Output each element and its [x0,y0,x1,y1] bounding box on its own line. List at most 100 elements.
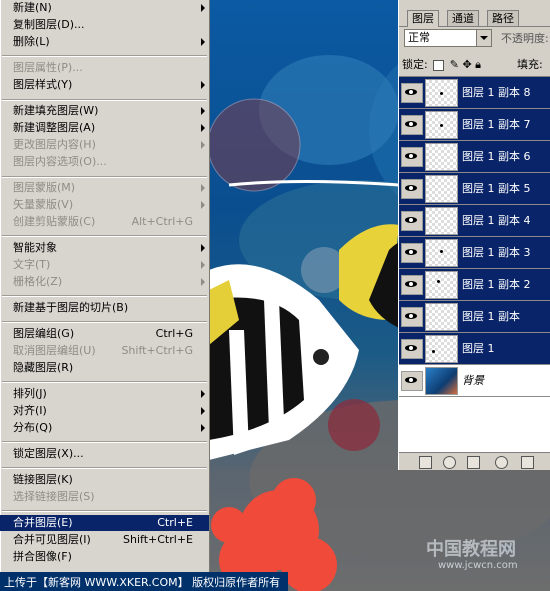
menu-item-label: 合并可见图层(I) [13,533,91,546]
visibility-eye-icon[interactable] [401,179,423,199]
menu-item-label: 删除(L) [13,35,50,48]
menu-item-shortcut: Ctrl+G [155,327,193,340]
menu-item-label: 创建剪贴蒙版(C) [13,215,96,228]
submenu-arrow-icon [201,184,205,192]
layer-thumbnail [425,367,458,395]
lock-move-icon[interactable]: ✥ [462,58,471,71]
panel-footer [399,452,550,471]
menu-item-label: 栅格化(Z) [13,275,63,288]
menu-item: 选择链接图层(S) [0,489,209,505]
menu-item-label: 新建调整图层(A) [13,121,96,134]
menu-item-label: 选择链接图层(S) [13,490,95,503]
layer-row[interactable]: 图层 1 副本 2 [399,269,550,301]
menu-item[interactable]: 对齐(I) [0,403,209,419]
bubble-dot [440,250,443,253]
layers-panel: 图层 通道 路径 正常 不透明度: 锁定: ✎ ✥ 🔒︎ 填充: 图层 1 副本… [398,0,550,470]
menu-item[interactable]: 合并可见图层(I) Shift+Ctrl+E [0,532,209,548]
visibility-eye-icon[interactable] [401,307,423,327]
menu-item-label: 锁定图层(X)... [13,447,84,460]
layer-style-icon[interactable] [443,456,456,469]
layers-list: 图层 1 副本 8 图层 1 副本 7 图层 1 副本 6 图层 1 副本 5 图层 1… [399,76,550,453]
lock-row: 锁定: ✎ ✥ 🔒︎ [402,56,481,72]
menu-item[interactable]: 删除(L) [0,34,209,50]
layer-row[interactable]: 图层 1 副本 7 [399,109,550,141]
visibility-eye-icon[interactable] [401,83,423,103]
tab-layers[interactable]: 图层 [407,10,439,27]
menu-item[interactable]: 图层样式(Y) [0,77,209,93]
menu-item[interactable]: 锁定图层(X)... [0,446,209,462]
upload-credit-bar: 上传于【新客网 WWW.XKER.COM】 版权归原作者所有 [0,572,288,591]
layer-thumbnail [425,79,458,107]
layer-thumbnail [425,175,458,203]
bubble-dot [440,92,443,95]
menu-item-shortcut: Alt+Ctrl+G [131,215,193,228]
menu-item[interactable]: 智能对象 [0,240,209,256]
submenu-arrow-icon [201,407,205,415]
menu-item[interactable]: 拼合图像(F) [0,549,209,565]
visibility-eye-icon[interactable] [401,371,423,391]
submenu-arrow-icon [201,81,205,89]
layer-row[interactable]: 图层 1 副本 5 [399,173,550,205]
layer-thumbnail [425,111,458,139]
visibility-eye-icon[interactable] [401,339,423,359]
menu-item[interactable]: 新建(N) [0,0,209,16]
layer-row[interactable]: 图层 1 副本 6 [399,141,550,173]
layer-row[interactable]: 图层 1 副本 8 [399,77,550,109]
menu-item[interactable]: 新建填充图层(W) [0,103,209,119]
menu-item[interactable]: 复制图层(D)... [0,17,209,33]
layer-name: 图层 1 [462,342,495,355]
visibility-eye-icon[interactable] [401,211,423,231]
adjustment-layer-icon[interactable] [495,456,508,469]
menu-item[interactable]: 链接图层(K) [0,472,209,488]
menu-item[interactable]: 分布(Q) [0,420,209,436]
menu-item[interactable]: 合并图层(E) Ctrl+E [0,515,209,531]
visibility-eye-icon[interactable] [401,243,423,263]
visibility-eye-icon[interactable] [401,147,423,167]
layer-row[interactable]: 图层 1 副本 [399,301,550,333]
chevron-down-icon[interactable] [476,30,491,46]
submenu-arrow-icon [201,201,205,209]
lock-transparency-icon[interactable] [433,59,445,71]
layer-row[interactable]: 背景 [399,365,550,397]
new-group-icon[interactable] [521,456,534,469]
menu-separator [2,176,207,178]
menu-item[interactable]: 排列(J) [0,386,209,402]
menu-item-label: 图层蒙版(M) [13,181,76,194]
add-mask-icon[interactable] [467,456,480,469]
layer-thumbnail [425,335,458,363]
submenu-arrow-icon [201,38,205,46]
visibility-eye-icon[interactable] [401,115,423,135]
lock-brush-icon[interactable]: ✎ [450,58,459,71]
layer-name: 图层 1 副本 2 [462,278,531,291]
layer-row[interactable]: 图层 1 副本 3 [399,237,550,269]
submenu-arrow-icon [201,278,205,286]
menu-item[interactable]: 新建调整图层(A) [0,120,209,136]
layer-row[interactable]: 图层 1 副本 4 [399,205,550,237]
tab-paths[interactable]: 路径 [487,10,519,26]
visibility-eye-icon[interactable] [401,275,423,295]
layer-thumbnail [425,207,458,235]
menu-separator [2,441,207,443]
layer-row[interactable]: 图层 1 [399,333,550,365]
submenu-arrow-icon [201,107,205,115]
submenu-arrow-icon [201,424,205,432]
menu-item[interactable]: 图层编组(G) Ctrl+G [0,326,209,342]
link-layers-icon[interactable] [419,456,432,469]
submenu-arrow-icon [201,244,205,252]
layer-name: 图层 1 副本 6 [462,150,531,163]
blend-mode-select[interactable]: 正常 [404,29,492,47]
menu-item-label: 合并图层(E) [13,516,73,529]
menu-item: 文字(T) [0,257,209,273]
tab-channels[interactable]: 通道 [447,10,479,26]
menu-item: 栅格化(Z) [0,274,209,290]
menu-item-label: 新建(N) [13,1,52,14]
menu-item-shortcut: Ctrl+E [157,516,193,529]
submenu-arrow-icon [201,141,205,149]
bubble-dot [440,124,443,127]
panel-tabs: 图层 通道 路径 [399,10,550,27]
menu-separator [2,467,207,469]
menu-item[interactable]: 新建基于图层的切片(B) [0,300,209,316]
lock-all-icon[interactable]: 🔒︎ [475,58,481,71]
menu-item[interactable]: 隐藏图层(R) [0,360,209,376]
menu-item-label: 矢量蒙版(V) [13,198,74,211]
